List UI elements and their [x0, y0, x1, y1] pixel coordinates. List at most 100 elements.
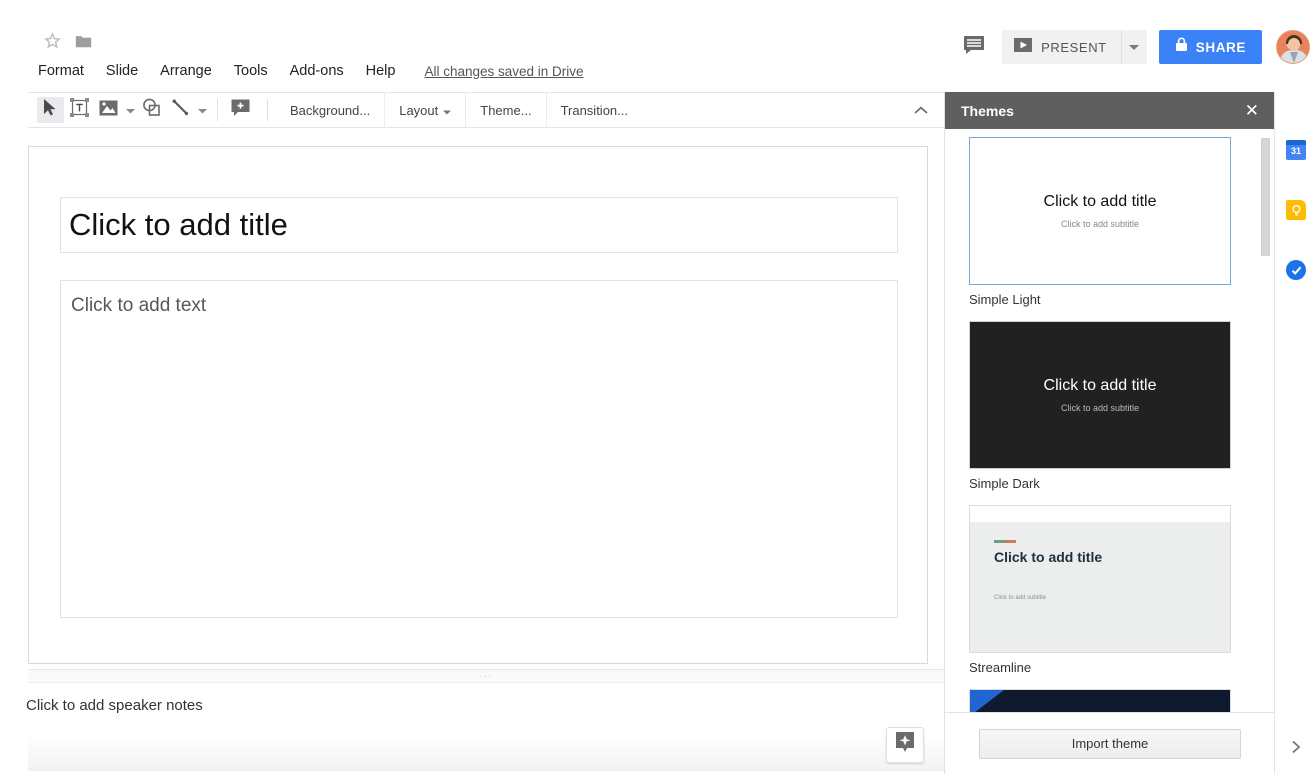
select-tool-button[interactable]: [37, 97, 64, 123]
editor-toolbar: Background... Layout Theme... Transition…: [28, 92, 944, 128]
background-button[interactable]: Background...: [276, 92, 384, 128]
chevron-right-icon[interactable]: [1287, 738, 1305, 756]
layout-label: Layout: [399, 102, 439, 118]
google-keep-icon[interactable]: [1286, 200, 1306, 220]
star-icon[interactable]: [44, 32, 61, 49]
google-tasks-icon[interactable]: [1286, 260, 1306, 280]
close-icon[interactable]: ✕: [1245, 102, 1259, 119]
line-dropdown-caret[interactable]: [195, 97, 209, 123]
top-right-controls: PRESENT SHARE: [954, 30, 1310, 64]
theme-thumb-title: Click to add title: [1043, 377, 1157, 394]
theme-card-simple-dark[interactable]: Click to add title Click to add subtitle…: [969, 321, 1231, 491]
cursor-arrow-icon: [43, 99, 58, 121]
document-icons: [44, 32, 92, 49]
notes-shade: [28, 735, 944, 771]
speaker-notes-placeholder: Click to add speaker notes: [26, 697, 203, 714]
lock-icon: [1175, 37, 1188, 57]
theme-thumb-title: Click to add title: [1043, 193, 1157, 210]
import-theme-button[interactable]: Import theme: [979, 728, 1241, 759]
chevron-down-icon: [197, 101, 207, 119]
chevron-down-icon: [1129, 38, 1140, 56]
chevron-down-icon: [443, 103, 452, 118]
themes-scrollbar-thumb[interactable]: [1261, 138, 1270, 256]
comment-icon: [963, 35, 985, 60]
share-button[interactable]: SHARE: [1158, 30, 1262, 64]
share-label: SHARE: [1195, 39, 1246, 55]
textbox-tool-button[interactable]: [66, 97, 93, 123]
menu-format[interactable]: Format: [38, 60, 95, 82]
present-dropdown-button[interactable]: [1120, 30, 1147, 64]
toolbar-divider: [217, 99, 218, 121]
themes-panel-header: Themes ✕: [945, 92, 1275, 129]
theme-name-label: Streamline: [969, 660, 1032, 675]
save-status-link[interactable]: All changes saved in Drive: [424, 64, 583, 79]
shape-tool-button[interactable]: [138, 97, 165, 123]
themes-scroll-region[interactable]: Click to add title Click to add subtitle…: [945, 129, 1275, 737]
side-rail: 31: [1274, 92, 1316, 774]
top-bar: Format Slide Arrange Tools Add-ons Help …: [0, 0, 1316, 90]
theme-label: Theme...: [480, 102, 532, 118]
menu-arrange[interactable]: Arrange: [149, 60, 223, 82]
image-tool-button[interactable]: [95, 97, 122, 123]
explore-button[interactable]: [886, 727, 924, 763]
speaker-notes-area[interactable]: Click to add speaker notes: [0, 683, 944, 774]
editor-area: Click to add title Click to add text: [0, 128, 944, 673]
present-group[interactable]: PRESENT: [1002, 30, 1147, 64]
theme-thumb-subtitle: Click to add subtitle: [1060, 219, 1140, 229]
avatar[interactable]: [1276, 30, 1310, 64]
theme-thumb-subtitle: Click to add subtitle: [994, 595, 1047, 601]
add-comment-icon: [231, 99, 250, 122]
layout-button[interactable]: Layout: [384, 92, 465, 128]
theme-thumb-title: Click to add title: [994, 549, 1103, 565]
image-dropdown-caret[interactable]: [123, 97, 137, 123]
present-button[interactable]: PRESENT: [1002, 30, 1121, 64]
toolbar-divider-2: [267, 99, 268, 121]
theme-thumbnail: Click to add title Click to add subtitle: [969, 137, 1231, 285]
calendar-bar: [1286, 140, 1306, 145]
menu-slide[interactable]: Slide: [95, 60, 149, 82]
theme-thumb-subtitle: Click to add subtitle: [1060, 403, 1140, 413]
shape-icon: [142, 98, 161, 122]
theme-thumbnail: Click to add title Click to add subtitle: [969, 321, 1231, 469]
transition-label: Transition...: [560, 102, 628, 118]
theme-card-streamline[interactable]: Click to add title Click to add subtitle…: [969, 505, 1231, 675]
theme-button[interactable]: Theme...: [465, 92, 545, 128]
themes-panel-footer: Import theme: [945, 712, 1275, 774]
calendar-day-number: 31: [1290, 146, 1301, 156]
import-theme-label: Import theme: [1071, 736, 1149, 751]
menu-add-ons[interactable]: Add-ons: [279, 60, 355, 82]
chevron-up-icon: [914, 102, 928, 120]
theme-card-simple-light[interactable]: Click to add title Click to add subtitle…: [969, 137, 1231, 307]
theme-name-label: Simple Dark: [969, 476, 1040, 491]
line-tool-button[interactable]: [167, 97, 194, 123]
themes-scrollbar[interactable]: [1261, 138, 1270, 737]
slide-title-placeholder-box[interactable]: Click to add title: [60, 197, 898, 253]
transition-button[interactable]: Transition...: [545, 92, 642, 128]
theme-thumb-content: Click to add title Click to add subtitle: [970, 506, 1230, 652]
play-icon: [1014, 36, 1033, 59]
themes-panel: Themes ✕ Click to add title Click to add…: [944, 92, 1275, 774]
slide-title-placeholder: Click to add title: [69, 207, 288, 242]
avatar-face: [1288, 38, 1300, 51]
comments-button[interactable]: [954, 30, 994, 64]
slide-body-placeholder-box[interactable]: Click to add text: [60, 280, 898, 618]
chevron-down-icon: [125, 101, 135, 119]
theme-thumb-content: Click to add title Click to add subtitle: [970, 138, 1230, 284]
explore-icon: [894, 731, 916, 760]
theme-thumb-accent-rule: [994, 540, 1016, 543]
toolbar-collapse-button[interactable]: [908, 99, 934, 123]
slide-canvas[interactable]: Click to add title Click to add text: [28, 146, 928, 664]
themes-panel-title: Themes: [961, 102, 1014, 119]
theme-thumb-content: Click to add title Click to add subtitle: [970, 322, 1230, 468]
folder-icon[interactable]: [75, 34, 92, 48]
background-label: Background...: [290, 102, 371, 118]
google-calendar-icon[interactable]: 31: [1286, 140, 1306, 160]
menu-help[interactable]: Help: [355, 60, 407, 82]
menu-tools[interactable]: Tools: [223, 60, 279, 82]
notes-resize-dots: ···: [478, 671, 494, 681]
menu-bar: Format Slide Arrange Tools Add-ons Help …: [38, 60, 584, 82]
add-comment-button[interactable]: [227, 97, 254, 123]
notes-resize-handle[interactable]: ···: [28, 669, 944, 683]
line-icon: [171, 98, 190, 122]
slides-app-window: Format Slide Arrange Tools Add-ons Help …: [0, 0, 1316, 774]
